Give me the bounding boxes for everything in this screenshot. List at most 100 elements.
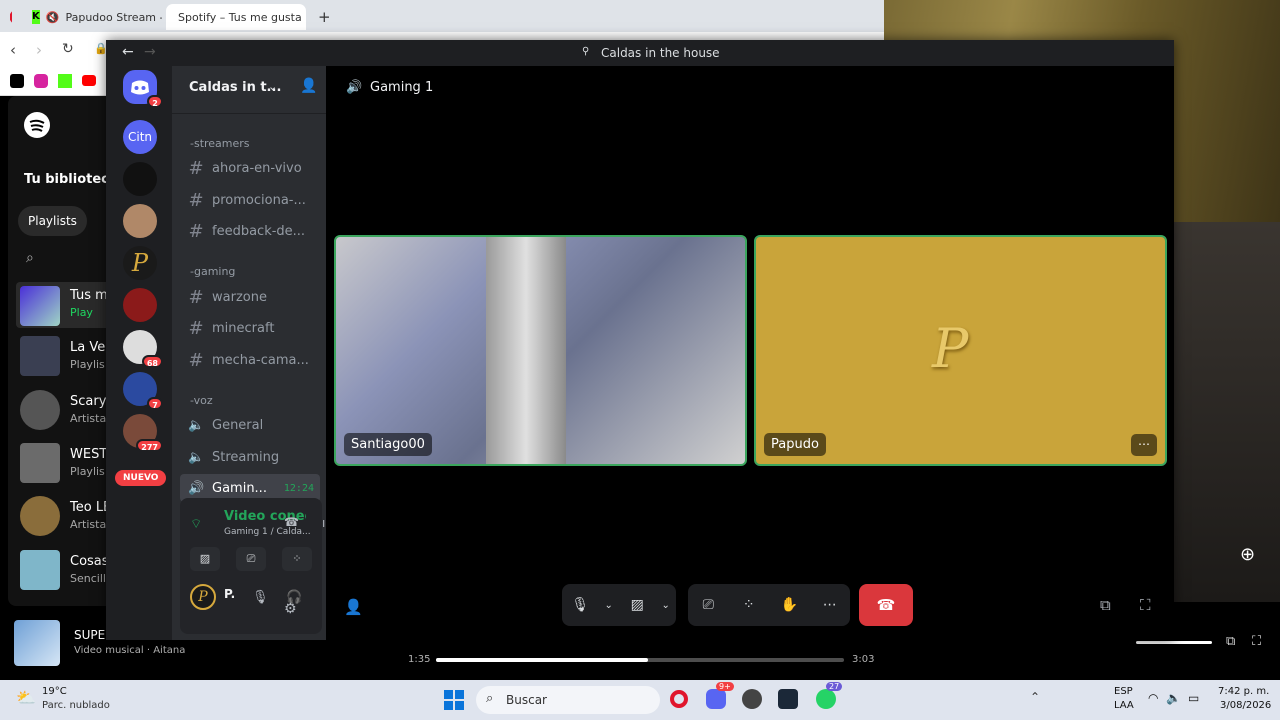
kick-bookmark-icon[interactable] xyxy=(58,74,72,88)
spotify-logo-icon[interactable] xyxy=(24,112,50,138)
weather-temp[interactable]: 19°C xyxy=(42,686,67,697)
forward-arrow-icon[interactable]: → xyxy=(144,44,156,60)
wifi-icon[interactable]: ◠ xyxy=(1148,691,1158,705)
category-voz[interactable]: -voz xyxy=(190,394,213,407)
microphone-button[interactable]: 🎙 xyxy=(565,590,595,620)
server-icon-to[interactable] xyxy=(123,162,157,196)
chevron-down-icon[interactable]: ⌄ xyxy=(659,590,673,620)
new-badge[interactable]: NUEVO xyxy=(115,470,167,486)
library-item[interactable]: Teo LE Artista xyxy=(20,496,120,542)
settings-gear-icon[interactable]: ⚙ xyxy=(284,601,297,617)
back-arrow-icon[interactable]: ‹ xyxy=(10,41,16,59)
add-user-icon[interactable]: 👤 xyxy=(344,598,363,616)
screen-share-button[interactable]: ⎚ xyxy=(236,547,266,571)
fullscreen-icon[interactable]: ⛶ xyxy=(1140,596,1151,614)
taskbar-search[interactable]: ⌕ Buscar xyxy=(476,686,660,714)
search-icon[interactable]: ⌕ xyxy=(26,250,34,266)
now-playing-subtitle[interactable]: Video musical · Aitana xyxy=(74,645,185,656)
user-name[interactable]: P. xyxy=(224,587,235,601)
volume-slider[interactable] xyxy=(1136,641,1212,644)
youtube-icon[interactable] xyxy=(82,75,96,86)
weather-desc[interactable]: Parc. nublado xyxy=(42,700,110,711)
channel-warzone[interactable]: # warzone xyxy=(180,283,320,311)
screen-share-button[interactable]: ⎚ xyxy=(693,590,723,620)
hash-icon: # xyxy=(188,286,204,308)
voice-channel-general[interactable]: 🔈 General xyxy=(180,411,320,439)
camera-off-button[interactable]: ▨ xyxy=(622,590,652,620)
instagram-icon[interactable] xyxy=(34,74,48,88)
tab-papudoo-stream[interactable]: K 🔇 Papudoo Stream - Wa xyxy=(26,4,162,30)
hang-up-button[interactable]: ☎ xyxy=(859,584,913,626)
library-item[interactable]: Tus m Play xyxy=(16,282,120,328)
microphone-icon[interactable]: 🎙 xyxy=(252,590,269,605)
channel-label: ahora-en-vivo xyxy=(212,160,302,176)
activities-button[interactable]: ⁘ xyxy=(734,590,764,620)
camera-off-button[interactable]: ▨ xyxy=(190,547,220,571)
obs-taskbar-icon[interactable] xyxy=(742,689,762,709)
channel-mecha[interactable]: # mecha-cama... xyxy=(180,346,320,374)
library-title[interactable]: Tu biblioteca xyxy=(24,172,118,187)
category-gaming[interactable]: -gaming xyxy=(190,265,235,278)
category-streamers[interactable]: -streamers xyxy=(190,137,250,150)
more-button[interactable]: ⋯ xyxy=(815,590,845,620)
tiktok-icon[interactable] xyxy=(10,74,24,88)
library-item[interactable]: Cosas Sencill xyxy=(20,550,120,596)
chevron-down-icon[interactable]: ⌄ xyxy=(602,590,616,620)
video-tile-papudo[interactable]: P Papudo ⋯ xyxy=(754,235,1167,466)
reload-icon[interactable]: ↻ xyxy=(62,41,74,57)
add-circle-icon[interactable]: ⊕ xyxy=(1240,544,1255,565)
miniplayer-icon[interactable]: ⧉ xyxy=(1226,634,1235,649)
now-playing-cover[interactable] xyxy=(14,620,60,666)
back-arrow-icon[interactable]: ← xyxy=(122,44,134,60)
chevron-up-icon[interactable]: ⌃ xyxy=(1030,690,1040,704)
signal-icon[interactable]: ⌔ xyxy=(190,516,202,532)
server-icon-citn[interactable]: Citn xyxy=(123,120,157,154)
discord-taskbar-icon[interactable] xyxy=(706,689,726,709)
library-item[interactable]: WEST Playlis xyxy=(20,443,120,489)
opera-logo-icon[interactable] xyxy=(4,4,18,30)
clock-time[interactable]: 7:42 p. m. xyxy=(1218,686,1269,697)
library-item[interactable]: La Ver Playlis xyxy=(20,336,120,382)
channel-promociona[interactable]: # promociona-... xyxy=(180,186,320,214)
language-code[interactable]: ESP xyxy=(1114,686,1133,697)
video-tile-santiago[interactable]: Santiago00 xyxy=(334,235,747,466)
user-avatar[interactable]: P xyxy=(190,584,216,610)
keyboard-layout[interactable]: LAA xyxy=(1114,700,1134,711)
whatsapp-taskbar-icon[interactable] xyxy=(816,689,836,709)
forward-arrow-icon[interactable]: › xyxy=(36,41,42,59)
server-icon-community[interactable]: 277 xyxy=(123,414,163,452)
muted-speaker-icon[interactable]: 🔇 xyxy=(46,11,60,24)
server-icon-red[interactable] xyxy=(123,288,157,322)
server-icon-papudo[interactable]: P xyxy=(123,246,157,280)
voice-channel-streaming[interactable]: 🔈 Streaming xyxy=(180,443,320,471)
clock-date[interactable]: 3/08/2026 xyxy=(1220,700,1271,711)
server-header[interactable]: Caldas in t... ⌄ 👤 xyxy=(172,66,326,114)
filter-playlists-chip[interactable]: Playlists xyxy=(18,206,87,236)
pop-out-icon[interactable]: ⧉ xyxy=(1100,596,1111,614)
server-icon-arc[interactable]: 68 xyxy=(123,330,163,368)
soundboard-button[interactable]: ✋ xyxy=(774,590,804,620)
fullscreen-icon[interactable]: ⛶ xyxy=(1252,634,1261,649)
new-tab-button[interactable]: + xyxy=(312,4,332,30)
channel-label: promociona-... xyxy=(212,192,306,208)
disconnect-icon[interactable]: ☎ xyxy=(284,515,299,529)
discord-home-icon[interactable]: 2 xyxy=(123,70,163,108)
steam-taskbar-icon[interactable] xyxy=(778,689,798,709)
windows-start-icon[interactable] xyxy=(444,690,464,710)
opera-taskbar-icon[interactable] xyxy=(670,690,688,708)
server-icon-photo[interactable] xyxy=(123,204,157,238)
channel-feedback[interactable]: # feedback-de... xyxy=(180,217,320,245)
weather-icon[interactable]: ⛅ xyxy=(16,688,36,707)
activities-button[interactable]: ⁘ xyxy=(282,547,312,571)
library-item[interactable]: Scary Artista xyxy=(20,390,120,436)
tab-spotify[interactable]: Spotify – Tus me gusta xyxy=(166,4,306,30)
invite-people-icon[interactable]: 👤 xyxy=(300,78,317,94)
volume-icon[interactable]: 🔈 xyxy=(1166,691,1181,705)
server-icon-w[interactable]: 7 xyxy=(123,372,163,410)
channel-minecraft[interactable]: # minecraft xyxy=(180,314,320,342)
battery-icon[interactable]: ▭ xyxy=(1188,691,1199,705)
playback-progress-bar[interactable] xyxy=(436,658,844,662)
kick-icon: K xyxy=(32,10,40,24)
more-options-button[interactable]: ⋯ xyxy=(1131,434,1157,456)
channel-ahora-en-vivo[interactable]: # ahora-en-vivo xyxy=(180,154,320,182)
